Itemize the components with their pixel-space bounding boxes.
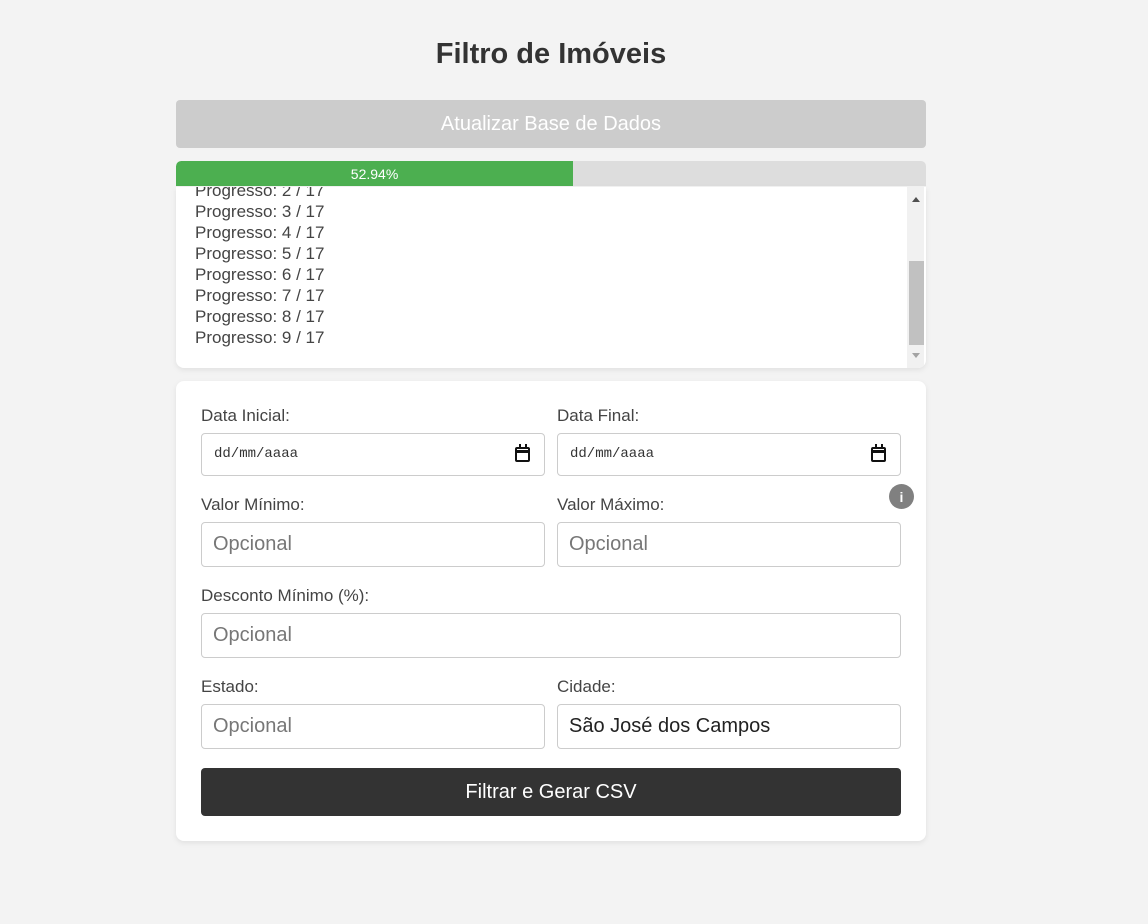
log-line: Progresso: 8 / 17: [195, 307, 325, 326]
log-line: Progresso: 2 / 17: [195, 187, 325, 200]
scroll-up-arrow-icon[interactable]: [907, 191, 924, 208]
state-label: Estado:: [201, 677, 259, 696]
max-value-label: Valor Máximo:: [557, 495, 665, 514]
log-line: Progresso: 4 / 17: [195, 223, 325, 242]
state-input[interactable]: [201, 704, 545, 749]
filter-form: Data Inicial: dd/mm/aaaa Data Final: dd/…: [176, 381, 926, 841]
log-line: Progresso: 3 / 17: [195, 202, 325, 221]
log-line: Progresso: 7 / 17: [195, 286, 325, 305]
scroll-down-arrow-icon[interactable]: [907, 347, 924, 364]
progress-label: 52.94%: [350, 165, 399, 182]
max-value-input[interactable]: [557, 522, 901, 567]
start-date-label: Data Inicial:: [201, 406, 290, 425]
calendar-icon[interactable]: [515, 444, 530, 462]
min-value-label: Valor Mínimo:: [201, 495, 305, 514]
end-date-label: Data Final:: [557, 406, 640, 425]
calendar-icon[interactable]: [871, 444, 886, 462]
min-discount-label: Desconto Mínimo (%):: [201, 586, 370, 605]
log-scrollbar[interactable]: [907, 187, 924, 368]
log-line: Progresso: 6 / 17: [195, 265, 325, 284]
city-input[interactable]: [557, 704, 901, 749]
start-date-value: dd/mm/aaaa: [214, 446, 299, 462]
city-label: Cidade:: [557, 677, 616, 696]
log-lines: Progresso: 2 / 17 Progresso: 3 / 17 Progre…: [195, 187, 895, 348]
progress-log[interactable]: Progresso: 2 / 17 Progresso: 3 / 17 Progre…: [176, 187, 926, 368]
start-date-input[interactable]: dd/mm/aaaa: [201, 433, 545, 476]
min-value-input[interactable]: [201, 522, 545, 567]
progress-bar: 52.94%: [176, 161, 926, 186]
filter-generate-csv-button[interactable]: Filtrar e Gerar CSV: [201, 768, 901, 816]
log-line: Progresso: 5 / 17: [195, 244, 325, 263]
end-date-value: dd/mm/aaaa: [570, 446, 655, 462]
end-date-input[interactable]: dd/mm/aaaa: [557, 433, 901, 476]
log-line: Progresso: 9 / 17: [195, 328, 325, 347]
min-discount-input[interactable]: [201, 613, 901, 658]
update-database-button[interactable]: Atualizar Base de Dados: [176, 100, 926, 148]
info-icon[interactable]: i: [889, 484, 914, 509]
scroll-thumb[interactable]: [909, 261, 924, 345]
page-title: Filtro de Imóveis: [435, 38, 667, 70]
